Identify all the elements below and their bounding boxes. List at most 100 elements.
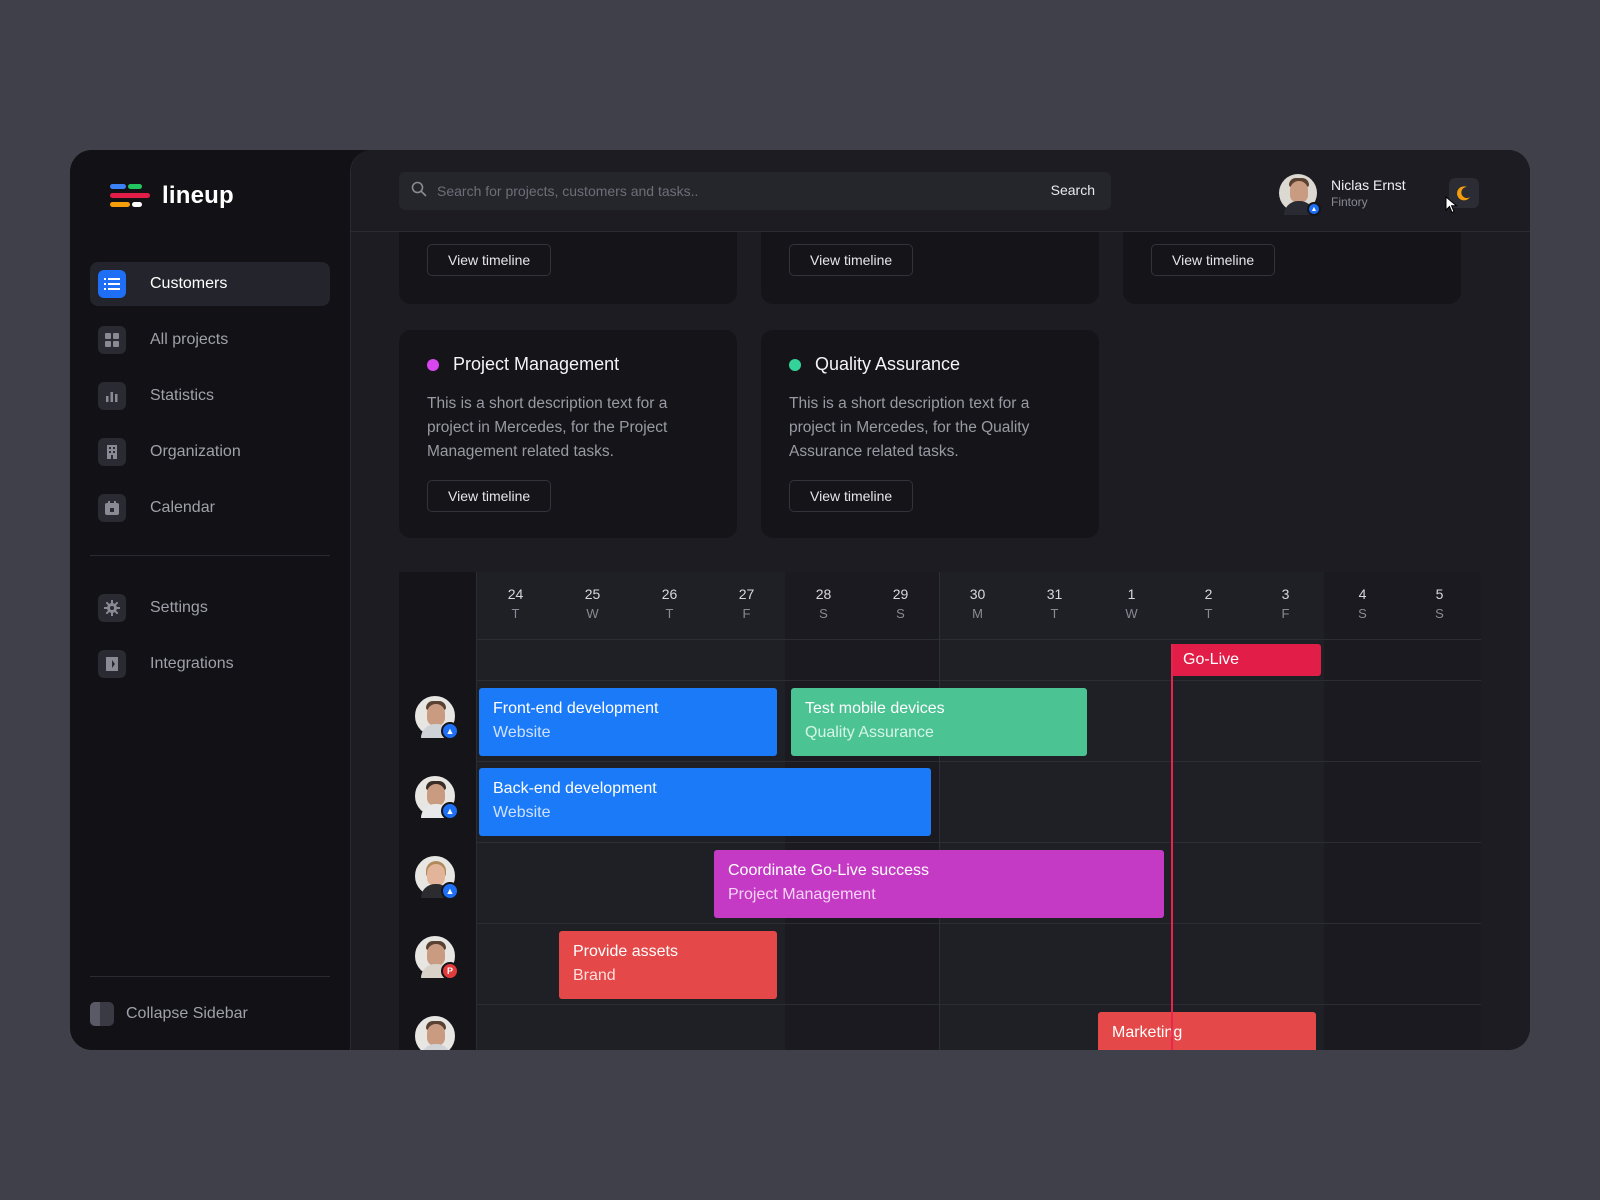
search-icon — [411, 181, 427, 202]
sidebar-item-all-projects[interactable]: All projects — [90, 318, 330, 362]
sidebar-item-label: Organization — [150, 443, 241, 460]
card-title: Project Management — [427, 354, 619, 375]
sidebar: lineup Customers All projects Statistics — [70, 150, 350, 1050]
view-timeline-button[interactable]: View timeline — [427, 244, 552, 276]
list-icon — [98, 270, 126, 298]
timeline-grid: 24 T 25 W 26 T 27 F 28 S 29 S 30 M 31 T 1W 2T 3F… — [477, 572, 1481, 1050]
day-number: 1 — [1127, 586, 1136, 602]
timeline: ▲ ▲ ▲ P 24 T 25 W 26 T 27 F 28 S 29 S 30… — [399, 572, 1481, 1050]
sidebar-item-calendar[interactable]: Calendar — [90, 486, 330, 530]
day-number: 31 — [1046, 586, 1063, 602]
sidebar-item-label: Customers — [150, 275, 228, 292]
task-bar[interactable]: Provide assets Brand — [559, 931, 777, 999]
day-column-header: 2T — [1170, 586, 1247, 621]
gear-icon — [98, 594, 126, 622]
app-window: lineup Customers All projects Statistics — [70, 150, 1530, 1050]
view-timeline-button[interactable]: View timeline — [789, 244, 914, 276]
task-bar[interactable]: Test mobile devices Quality Assurance — [791, 688, 1087, 756]
sidebar-nav: Customers All projects Statistics Organi… — [90, 262, 330, 542]
task-project: Quality Assurance — [805, 724, 934, 741]
sidebar-item-integrations[interactable]: Integrations — [90, 642, 330, 686]
logo[interactable]: lineup — [110, 182, 234, 210]
collapse-sidebar-button[interactable]: Collapse Sidebar — [90, 1002, 248, 1026]
go-live-milestone[interactable]: Go-Live — [1171, 644, 1321, 676]
task-bar[interactable]: Front-end development Website — [479, 688, 777, 756]
card-title: Quality Assurance — [789, 354, 960, 375]
sidebar-divider — [90, 555, 330, 556]
card-title-text: Project Management — [453, 354, 620, 374]
sidebar-item-label: Statistics — [150, 387, 215, 404]
search-input[interactable] — [437, 183, 1027, 199]
day-column-header: 27 F — [708, 586, 785, 621]
day-weekday: T — [511, 606, 520, 621]
today-marker — [1171, 644, 1173, 1050]
avatar[interactable]: P — [413, 934, 459, 980]
view-timeline-button[interactable]: View timeline — [427, 480, 552, 512]
sidebar-item-label: Integrations — [150, 655, 234, 672]
today-marker-overlay — [1171, 1012, 1173, 1050]
view-timeline-button[interactable]: View timeline — [1151, 244, 1276, 276]
sidebar-item-label: Calendar — [150, 499, 215, 516]
row-divider — [477, 842, 1481, 843]
sidebar-item-statistics[interactable]: Statistics — [90, 374, 330, 418]
day-weekday: F — [742, 606, 751, 621]
day-column-header: 26 T — [631, 586, 708, 621]
user-profile[interactable]: ▲ Niclas Ernst Fintory — [1279, 174, 1406, 216]
logo-icon — [110, 184, 150, 208]
task-title: Test mobile devices — [805, 700, 945, 717]
task-title: Provide assets — [573, 943, 678, 960]
day-number: 24 — [507, 586, 524, 602]
avatar[interactable]: ▲ — [413, 854, 459, 900]
task-project: Project Management — [728, 886, 876, 903]
avatar[interactable] — [413, 1014, 457, 1050]
day-number: 30 — [969, 586, 986, 602]
day-number: 3 — [1281, 586, 1290, 602]
day-column-header: 4S — [1324, 586, 1401, 621]
sidebar-toggle-icon — [90, 1002, 114, 1026]
status-dot — [427, 358, 439, 371]
task-title: Marketing — [1112, 1024, 1183, 1041]
avatar[interactable]: ▲ — [413, 774, 459, 820]
task-bar[interactable]: Back-end development Website — [479, 768, 931, 836]
day-weekday: F — [1281, 606, 1290, 621]
sidebar-item-customers[interactable]: Customers — [90, 262, 330, 306]
day-weekday: W — [586, 606, 599, 621]
main-content: Search ▲ Niclas Ernst Fintory — [350, 150, 1530, 1050]
timeline-assignees: ▲ ▲ ▲ P — [399, 572, 477, 1050]
plug-icon — [98, 650, 126, 678]
pinterest-badge: P — [441, 962, 459, 980]
view-timeline-button[interactable]: View timeline — [789, 480, 914, 512]
task-title: Coordinate Go-Live success — [728, 862, 929, 879]
task-bar[interactable]: Marketing — [1098, 1012, 1316, 1050]
logo-text: lineup — [162, 182, 234, 209]
task-project: Brand — [573, 967, 616, 984]
search-button[interactable]: Search — [1051, 182, 1095, 198]
building-icon — [98, 438, 126, 466]
day-number: 4 — [1358, 586, 1367, 602]
weekend-shade — [1324, 572, 1481, 1050]
day-column-header: 30 M — [939, 586, 1016, 621]
sidebar-item-label: All projects — [150, 331, 229, 348]
day-number: 29 — [892, 586, 909, 602]
sidebar-item-settings[interactable]: Settings — [90, 586, 330, 630]
row-divider — [477, 761, 1481, 762]
task-title: Front-end development — [493, 700, 659, 717]
grid-icon — [98, 326, 126, 354]
status-dot — [789, 358, 801, 371]
day-number: 5 — [1435, 586, 1444, 602]
day-weekday: T — [665, 606, 674, 621]
task-bar[interactable]: Coordinate Go-Live success Project Manag… — [714, 850, 1164, 918]
sidebar-item-organization[interactable]: Organization — [90, 430, 330, 474]
day-weekday: T — [1050, 606, 1059, 621]
avatar: ▲ — [1279, 174, 1321, 216]
row-divider — [477, 1004, 1481, 1005]
row-divider — [477, 923, 1481, 924]
day-weekday: M — [972, 606, 983, 621]
mountain-icon: ▲ — [441, 722, 459, 740]
day-column-header: 31 T — [1016, 586, 1093, 621]
avatar[interactable]: ▲ — [413, 694, 459, 740]
day-column-header: 1W — [1093, 586, 1170, 621]
day-column-header: 24 T — [477, 586, 554, 621]
search-bar: Search — [399, 172, 1111, 210]
day-weekday: W — [1125, 606, 1138, 621]
